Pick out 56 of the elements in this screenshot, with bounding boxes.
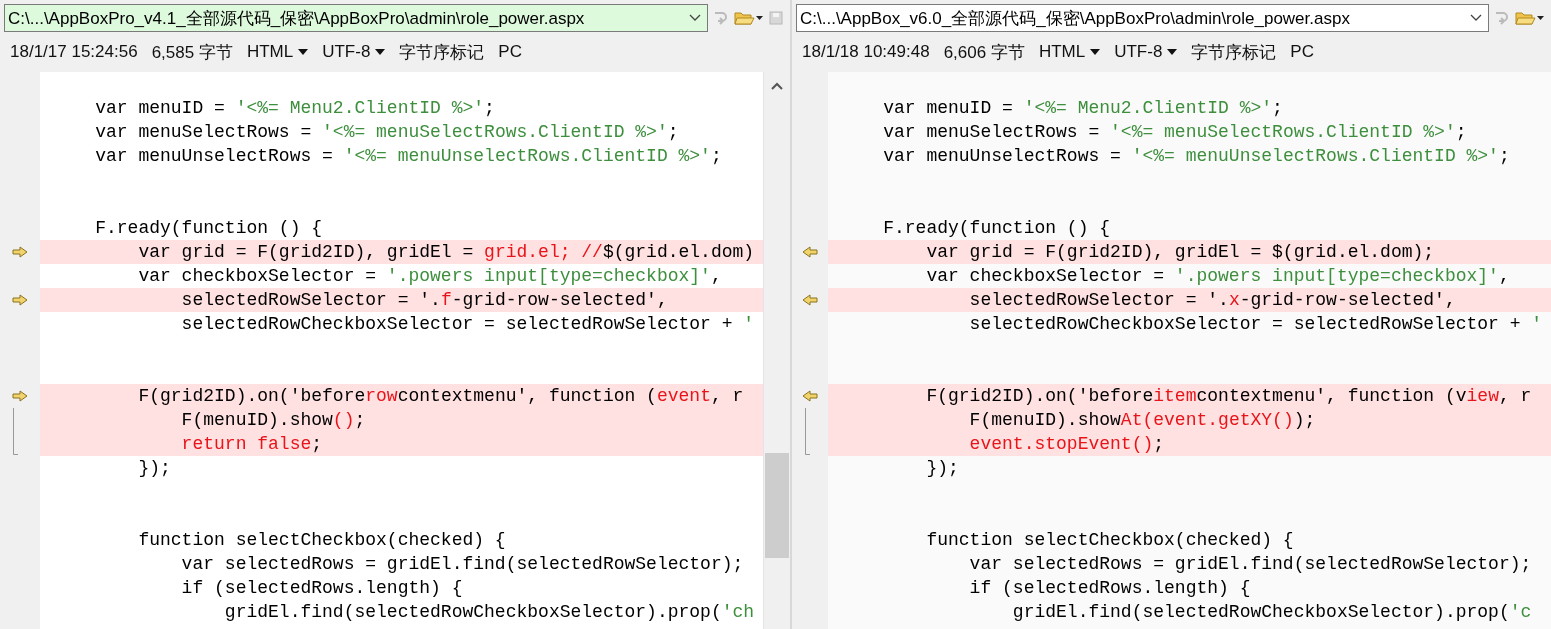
dropdown-caret-icon (298, 49, 309, 55)
code-line: gridEl.find(selectedRowCheckboxSelector).prop('c (1011, 601, 1533, 624)
status-text: 18/1/17 15:24:56 (10, 42, 138, 62)
status-text: 字节序标记 (1191, 41, 1277, 64)
code-line: }); (925, 457, 960, 480)
diff-arrow-icon (802, 246, 818, 258)
code-line: var menuID = '<%= Menu2.ClientID %>'; (882, 97, 1284, 120)
redo-arrow-icon[interactable] (712, 9, 730, 27)
status-dropdown[interactable]: UTF-8 (322, 42, 386, 62)
diff-arrow-icon (12, 246, 28, 258)
code-line: function selectCheckbox(checked) { (137, 529, 507, 552)
status-dropdown[interactable]: HTML (246, 42, 309, 62)
diff-arrow-icon (12, 390, 28, 402)
open-folder-icon[interactable] (1515, 10, 1545, 26)
code-line: var menuSelectRows = '<%= menuSelectRows.ClientID %>'; (94, 121, 680, 144)
code-line: var checkboxSelector = '.powers input[type=checkbox]', (137, 265, 723, 288)
dropdown-caret-icon (1090, 49, 1101, 55)
code-line: var menuID = '<%= Menu2.ClientID %>'; (94, 97, 496, 120)
file-path-combobox[interactable]: C:\...\AppBox_v6.0_全部源代码_保密\AppBoxPro\admin\role_power.aspx (796, 4, 1489, 32)
code-line: selectedRowCheckboxSelector = selectedRowSelector + ' (180, 313, 756, 336)
code-line: var menuSelectRows = '<%= menuSelectRows.ClientID %>'; (882, 121, 1468, 144)
code-line: var menuUnselectRows = '<%= menuUnselectRows.ClientID %>'; (94, 145, 723, 168)
code-line: F.ready(function () { (94, 217, 324, 240)
code-line: var selectedRows = gridEl.find(selectedRowSelector); (180, 553, 745, 576)
diff-arrow-icon (12, 294, 28, 306)
code-line: selectedRowCheckboxSelector = selectedRowSelector + ' (968, 313, 1544, 336)
redo-arrow-icon[interactable] (1493, 9, 1511, 27)
code-line: F.ready(function () { (882, 217, 1112, 240)
file-path-combobox[interactable]: C:\...\AppBoxPro_v4.1_全部源代码_保密\AppBoxPro\admin\role_power.aspx (4, 4, 708, 32)
chevron-down-icon (689, 14, 701, 22)
vertical-scrollbar[interactable] (763, 72, 790, 629)
status-text: PC (1290, 42, 1314, 62)
status-text: PC (498, 42, 522, 62)
code-line: }); (137, 457, 172, 480)
status-dropdown[interactable]: HTML (1038, 42, 1101, 62)
code-line: var menuUnselectRows = '<%= menuUnselectRows.ClientID %>'; (882, 145, 1511, 168)
status-text: 6,585 字节 (151, 41, 233, 64)
code-line: var selectedRows = gridEl.find(selectedRowSelector); (968, 553, 1533, 576)
scroll-up-icon[interactable] (771, 82, 783, 90)
save-icon[interactable] (768, 10, 784, 26)
open-folder-icon[interactable] (734, 10, 764, 26)
chevron-down-icon (1470, 14, 1482, 22)
code-line: if (selectedRows.length) { (180, 577, 464, 600)
scrollbar-thumb[interactable] (765, 453, 789, 558)
dropdown-caret-icon (1167, 49, 1178, 55)
code-line: if (selectedRows.length) { (968, 577, 1252, 600)
diff-arrow-icon (802, 390, 818, 402)
code-line: function selectCheckbox(checked) { (925, 529, 1295, 552)
status-text: 字节序标记 (399, 41, 485, 64)
dropdown-caret-icon (375, 49, 386, 55)
status-dropdown[interactable]: UTF-8 (1114, 42, 1178, 62)
diff-arrow-icon (802, 294, 818, 306)
status-text: 6,606 字节 (943, 41, 1025, 64)
status-text: 18/1/18 10:49:48 (802, 42, 930, 62)
code-line: gridEl.find(selectedRowCheckboxSelector).prop('ch (223, 601, 756, 624)
code-line: var checkboxSelector = '.powers input[type=checkbox]', (925, 265, 1511, 288)
